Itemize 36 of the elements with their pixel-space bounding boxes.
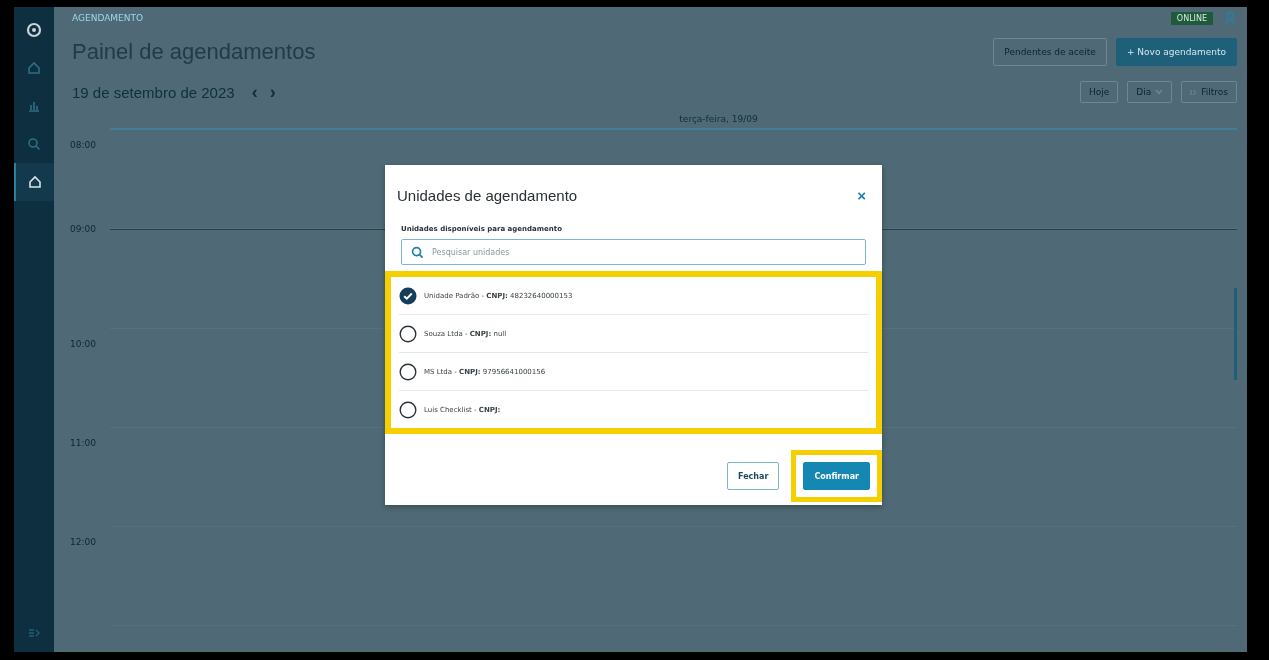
- home-icon: [28, 175, 42, 189]
- search-field[interactable]: Pesquisar unidades: [401, 239, 866, 265]
- time-label: 09:00: [70, 224, 96, 234]
- view-dropdown[interactable]: Dia: [1127, 81, 1173, 103]
- expand-icon: [28, 628, 40, 638]
- time-label: 12:00: [70, 537, 96, 547]
- radio[interactable]: [399, 286, 417, 305]
- radio[interactable]: [399, 400, 417, 419]
- previous-button[interactable]: ‹: [248, 81, 261, 103]
- time-label: 10:00: [70, 339, 96, 349]
- logo-icon: [26, 22, 42, 38]
- pending-button[interactable]: Pendentes de aceite: [993, 38, 1107, 66]
- confirm-button[interactable]: Confirmar: [803, 462, 870, 490]
- radio[interactable]: [399, 324, 417, 343]
- home-icon: [27, 61, 41, 75]
- time-label: 08:00: [70, 140, 96, 150]
- status-badge: ONLINE: [1170, 11, 1213, 25]
- filter-button[interactable]: Filtros: [1181, 81, 1237, 103]
- close-button[interactable]: Fechar: [727, 462, 780, 490]
- breadcrumb[interactable]: AGENDAMENTO: [72, 13, 144, 23]
- sidebar-item[interactable]: [14, 163, 54, 201]
- dialog-title: Unidades de agendamento: [397, 186, 578, 204]
- search-icon: [411, 246, 424, 259]
- search-icon: [27, 137, 41, 151]
- bar-chart-icon: [27, 99, 41, 113]
- radio[interactable]: [399, 362, 417, 381]
- time-label: 11:00: [70, 438, 96, 448]
- caret-icon: [1155, 89, 1164, 95]
- filter-icon: [1190, 88, 1198, 96]
- day-header: terça-feira, 19/09: [110, 109, 1237, 130]
- date-label: 19 de setembro de 2023: [72, 83, 235, 101]
- new-appointment-button[interactable]: + Novo agendamento: [1115, 38, 1237, 66]
- today-button[interactable]: Hoje: [1080, 81, 1119, 103]
- next-button[interactable]: ›: [266, 81, 279, 103]
- close-button[interactable]: ×: [855, 186, 868, 204]
- scrollbar[interactable]: [1234, 288, 1237, 380]
